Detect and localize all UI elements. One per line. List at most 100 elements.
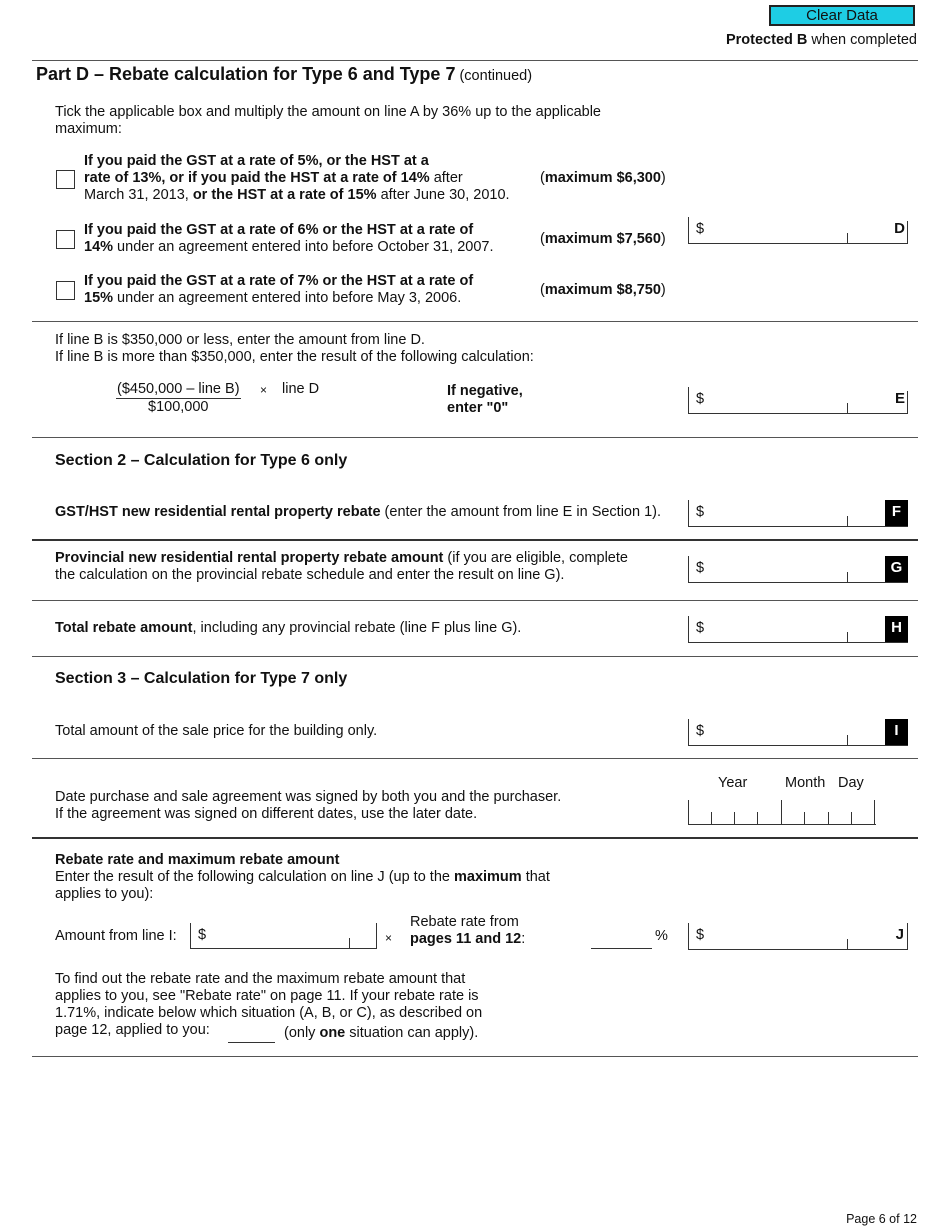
- divider: [32, 837, 918, 839]
- option-line-bold: rate of 13%, or if you paid the HST at a…: [84, 170, 430, 186]
- divider: [32, 539, 918, 541]
- multiply-sign: ×: [385, 931, 393, 945]
- section-2-title: Section 2 – Calculation for Type 6 only: [55, 452, 348, 469]
- agreement-date-field[interactable]: [688, 800, 876, 825]
- section-3-title: Section 3 – Calculation for Type 7 only: [55, 670, 348, 687]
- dollar-sign: $: [696, 927, 705, 943]
- rate-label-line: Rebate rate from: [410, 914, 519, 930]
- cents-divider: [847, 939, 848, 949]
- cents-divider: [847, 735, 848, 745]
- line-g-line2: the calculation on the provincial rebate…: [55, 567, 565, 583]
- paren: ): [660, 282, 666, 298]
- dollar-sign: $: [696, 504, 705, 520]
- cents-divider: [847, 516, 848, 526]
- cents-divider: [847, 403, 848, 413]
- option-line-a: March 31, 2013,: [84, 187, 193, 203]
- note-line: page 12, applied to you:: [55, 1022, 210, 1038]
- field-edge: [907, 221, 908, 244]
- date-text: Date purchase and sale agreement was sig…: [55, 789, 561, 823]
- rebate-text: that: [521, 869, 550, 885]
- divider: [32, 656, 918, 657]
- rebate-rate-block: Rebate rate and maximum rebate amount En…: [55, 852, 550, 903]
- dollar-sign: $: [696, 391, 705, 407]
- formula-denominator: $100,000: [148, 399, 209, 415]
- rate-5-13-checkbox[interactable]: [56, 170, 75, 189]
- line-d-field[interactable]: $ D: [688, 217, 908, 244]
- rebate-rate-label: Rebate rate from pages 11 and 12:: [410, 914, 525, 948]
- maximum-amount: maximum $6,300: [544, 170, 661, 186]
- rate-label-rest: :: [521, 931, 526, 947]
- line-h-field[interactable]: $ H: [688, 616, 908, 643]
- situation-input[interactable]: [228, 1027, 275, 1043]
- option-3-maximum: (maximum $8,750): [540, 282, 666, 298]
- line-d-label: D: [894, 220, 905, 237]
- maximum-amount: maximum $8,750: [544, 282, 661, 298]
- negative-line: If negative,: [447, 383, 523, 399]
- rebate-text-bold: maximum: [453, 869, 522, 885]
- maximum-amount: maximum $7,560: [544, 231, 661, 247]
- rebate-heading: Rebate rate and maximum rebate amount: [55, 852, 340, 868]
- amount-from-line-i-field[interactable]: $: [190, 923, 377, 949]
- amount-from-line-i-label: Amount from line I:: [55, 928, 177, 944]
- divider: [32, 758, 918, 759]
- note-line: To find out the rebate rate and the maxi…: [55, 971, 466, 987]
- line-h-text: Total rebate amount, including any provi…: [55, 620, 521, 636]
- dollar-sign: $: [696, 221, 705, 237]
- line-e-label: E: [894, 390, 905, 407]
- line-i-text: Total amount of the sale price for the b…: [55, 723, 378, 739]
- note-text: (only: [284, 1025, 320, 1041]
- cents-divider: [847, 572, 848, 582]
- rebate-rate-input[interactable]: [591, 931, 652, 949]
- option-line-rest: under an agreement entered into before O…: [113, 239, 494, 255]
- protected-suffix: when completed: [807, 32, 917, 48]
- line-e-instructions: If line B is $350,000 or less, enter the…: [55, 332, 534, 366]
- instruction-line: If line B is more than $350,000, enter t…: [55, 349, 534, 365]
- option-line: If you paid the GST at a rate of 5%, or …: [84, 153, 429, 169]
- line-j-label: J: [895, 926, 904, 943]
- paren: ): [660, 231, 666, 247]
- option-1-text: If you paid the GST at a rate of 5%, or …: [84, 153, 510, 204]
- part-d-title-suffix: (continued): [455, 68, 533, 84]
- protected-label: Protected B: [725, 32, 808, 48]
- line-i-field[interactable]: $ I: [688, 719, 908, 746]
- line-e-field[interactable]: $ E: [688, 387, 908, 414]
- rate-label-bold: pages 11 and 12: [410, 931, 522, 947]
- note-text: situation can apply).: [345, 1025, 479, 1041]
- line-i-label: I: [885, 719, 908, 745]
- line-j-field[interactable]: $ J: [688, 923, 908, 950]
- divider: [32, 321, 918, 322]
- option-line-bold: 15%: [84, 290, 114, 306]
- clear-data-button[interactable]: Clear Data: [769, 5, 915, 26]
- line-g-field[interactable]: $ G: [688, 556, 908, 583]
- percent-sign: %: [655, 928, 668, 944]
- cents-divider: [349, 938, 350, 948]
- line-g-bold: Provincial new residential rental proper…: [55, 550, 444, 566]
- option-line: If you paid the GST at a rate of 7% or t…: [84, 273, 474, 289]
- instruction-line: If line B is $350,000 or less, enter the…: [55, 332, 425, 348]
- cents-divider: [847, 233, 848, 243]
- rate-7-15-checkbox[interactable]: [56, 281, 75, 300]
- option-3-text: If you paid the GST at a rate of 7% or t…: [84, 273, 473, 307]
- dollar-sign: $: [696, 620, 705, 636]
- option-line: If you paid the GST at a rate of 6% or t…: [84, 222, 474, 238]
- formula-numerator: ($450,000 – line B): [116, 381, 241, 399]
- divider: [32, 1056, 918, 1057]
- line-g-label: G: [885, 556, 908, 582]
- line-f-field[interactable]: $ F: [688, 500, 908, 527]
- option-line-bold: or the HST at a rate of 15%: [192, 187, 377, 203]
- line-g-rest: (if you are eligible, complete: [443, 550, 628, 566]
- rebate-text: applies to you):: [55, 886, 154, 902]
- field-edge: [376, 923, 377, 949]
- option-line-bold: 14%: [84, 239, 114, 255]
- paren: ): [660, 170, 666, 186]
- cents-divider: [847, 632, 848, 642]
- situation-note: (only one situation can apply).: [284, 1025, 478, 1041]
- option-line-rest: under an agreement entered into before M…: [113, 290, 462, 306]
- rate-6-14-checkbox[interactable]: [56, 230, 75, 249]
- date-text-line: Date purchase and sale agreement was sig…: [55, 789, 562, 805]
- rebate-text: Enter the result of the following calcul…: [55, 869, 454, 885]
- line-f-rest: (enter the amount from line E in Section…: [380, 504, 662, 520]
- dollar-sign: $: [696, 560, 705, 576]
- date-year-label: Year: [718, 775, 748, 791]
- part-d-title: Part D – Rebate calculation for Type 6 a…: [36, 64, 532, 85]
